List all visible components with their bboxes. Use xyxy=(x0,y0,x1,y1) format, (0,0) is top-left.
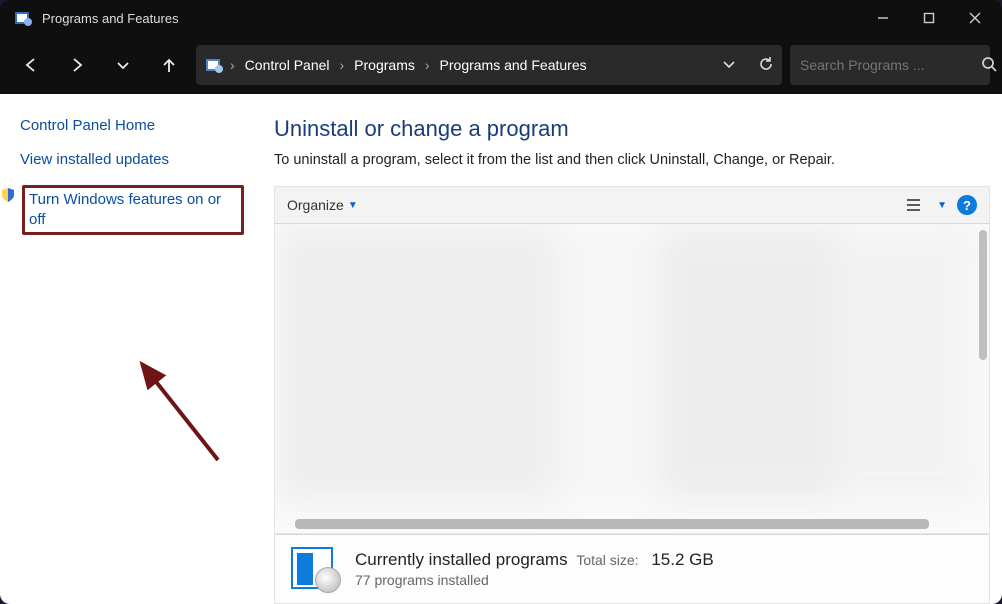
navbar: › Control Panel › Programs › Programs an… xyxy=(0,36,1002,94)
chevron-right-icon: › xyxy=(340,57,345,73)
window-controls xyxy=(860,0,998,36)
footer-count: 77 programs installed xyxy=(355,572,714,588)
shield-icon xyxy=(0,187,16,203)
close-button[interactable] xyxy=(952,0,998,36)
sidebar-windows-features-link[interactable]: Turn Windows features on or off xyxy=(22,185,244,236)
dropdown-caret-icon: ▼ xyxy=(348,200,358,211)
forward-button[interactable] xyxy=(58,46,96,84)
sidebar-home-link[interactable]: Control Panel Home xyxy=(20,116,244,136)
annotation-arrow xyxy=(128,350,248,470)
help-button[interactable]: ? xyxy=(957,195,977,215)
horizontal-scrollbar[interactable] xyxy=(295,519,929,529)
app-icon xyxy=(14,9,34,27)
page-description: To uninstall a program, select it from t… xyxy=(274,152,990,168)
search-icon xyxy=(981,56,997,75)
address-history-dropdown[interactable] xyxy=(722,57,736,74)
chevron-right-icon: › xyxy=(230,57,235,73)
breadcrumb-root[interactable]: Control Panel xyxy=(239,57,336,73)
main-panel: Uninstall or change a program To uninsta… xyxy=(252,94,1002,604)
search-box[interactable] xyxy=(790,45,990,85)
refresh-button[interactable] xyxy=(758,56,774,75)
organize-menu[interactable]: Organize ▼ xyxy=(287,197,358,213)
back-button[interactable] xyxy=(12,46,50,84)
window: Programs and Features › Control Panel › … xyxy=(0,0,1002,604)
status-footer: Currently installed programs Total size:… xyxy=(274,534,990,604)
breadcrumb-leaf[interactable]: Programs and Features xyxy=(434,57,593,73)
window-title: Programs and Features xyxy=(42,11,860,26)
view-options-button[interactable] xyxy=(903,193,927,217)
footer-size-value: 15.2 GB xyxy=(651,550,713,569)
footer-size-label: Total size: xyxy=(576,552,638,568)
address-icon xyxy=(204,55,226,75)
organize-label: Organize xyxy=(287,197,344,213)
content: Control Panel Home View installed update… xyxy=(0,94,1002,604)
search-input[interactable] xyxy=(800,57,981,73)
breadcrumb-mid[interactable]: Programs xyxy=(348,57,421,73)
program-list[interactable] xyxy=(274,224,990,534)
dropdown-caret-icon[interactable]: ▼ xyxy=(937,200,947,211)
sidebar-updates-link[interactable]: View installed updates xyxy=(20,150,244,170)
up-button[interactable] xyxy=(150,46,188,84)
footer-title: Currently installed programs xyxy=(355,550,568,569)
programs-icon xyxy=(289,545,341,593)
maximize-button[interactable] xyxy=(906,0,952,36)
sidebar: Control Panel Home View installed update… xyxy=(0,94,252,604)
vertical-scrollbar[interactable] xyxy=(979,230,987,360)
titlebar: Programs and Features xyxy=(0,0,1002,36)
list-toolbar: Organize ▼ ▼ ? xyxy=(274,186,990,224)
blurred-list-content xyxy=(275,224,977,503)
chevron-right-icon: › xyxy=(425,57,430,73)
recent-dropdown[interactable] xyxy=(104,46,142,84)
page-heading: Uninstall or change a program xyxy=(274,116,990,142)
minimize-button[interactable] xyxy=(860,0,906,36)
address-bar[interactable]: › Control Panel › Programs › Programs an… xyxy=(196,45,782,85)
